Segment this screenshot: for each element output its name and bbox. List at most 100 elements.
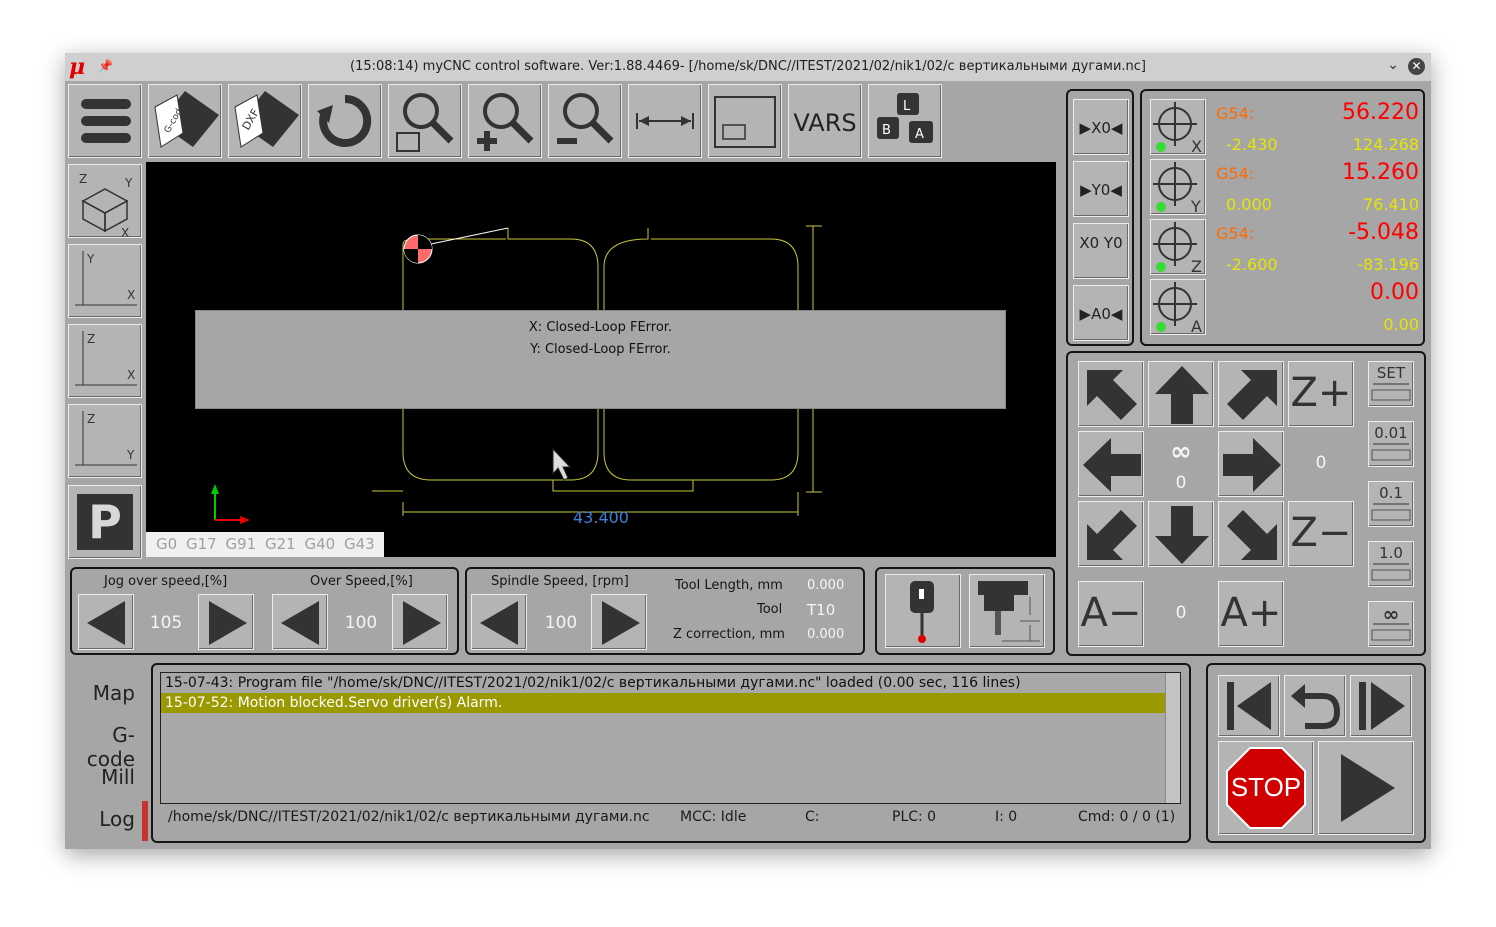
ruler-icon: [1371, 563, 1411, 581]
step-forward-button[interactable]: [1350, 675, 1412, 737]
status-mcc: MCC: Idle: [680, 809, 747, 825]
skip-to-start-icon: [1227, 682, 1271, 730]
axis-y-target-button[interactable]: Y: [1150, 159, 1206, 216]
play-icon: [1341, 754, 1395, 822]
view-3d-button[interactable]: Z Y X: [68, 164, 142, 240]
frame-button[interactable]: [708, 84, 782, 158]
vars-button[interactable]: VARS: [788, 84, 862, 158]
zero-x-button[interactable]: ▶X0◀: [1073, 99, 1129, 155]
zoom-out-button[interactable]: [548, 84, 622, 158]
x-wcs-label: G54:: [1216, 104, 1255, 123]
step-infinity-button[interactable]: ∞: [1368, 601, 1414, 647]
tool-length-measure-button[interactable]: [969, 574, 1045, 648]
step-0.01-button[interactable]: 0.01: [1368, 421, 1414, 467]
jog-a-plus-button[interactable]: A+: [1218, 581, 1284, 647]
jog-up-right-button[interactable]: [1218, 361, 1284, 427]
vars-label: VARS: [793, 109, 857, 137]
crosshair-icon: A: [1153, 282, 1202, 336]
rewind-button[interactable]: [1218, 675, 1280, 737]
jog-speed-decrease-button[interactable]: [78, 594, 134, 650]
menu-button[interactable]: [68, 84, 142, 158]
zero-buttons-panel: ▶X0◀ ▶Y0◀ X0 Y0 ▶A0◀: [1066, 89, 1134, 346]
open-gcode-button[interactable]: G-code: [148, 84, 222, 158]
keyboard-button[interactable]: L B A: [868, 84, 942, 158]
y-wcs-label: G54:: [1216, 164, 1255, 183]
log-list[interactable]: 15-07-43: Program file "/home/sk/DNC//IT…: [160, 672, 1181, 804]
jog-up-button[interactable]: [1148, 361, 1214, 427]
axis-x-target-button[interactable]: X: [1150, 99, 1206, 156]
zoom-out-icon: [557, 93, 614, 144]
jog-z-minus-button[interactable]: Z−: [1288, 501, 1354, 567]
over-speed-decrease-button[interactable]: [272, 594, 328, 650]
measure-button[interactable]: [628, 84, 702, 158]
zoom-fit-button[interactable]: [388, 84, 462, 158]
view-zy-button[interactable]: Z Y: [68, 404, 142, 478]
keyboard-icon: L B A: [877, 93, 933, 143]
triangle-left-icon: [480, 601, 518, 645]
ruler-icon: [1371, 503, 1411, 521]
status-i: I: 0: [995, 809, 1018, 825]
parking-button[interactable]: P: [68, 485, 142, 559]
jog-up-left-button[interactable]: [1078, 361, 1144, 427]
error-message-box: X: Closed-Loop FError. Y: Closed-Loop FE…: [195, 310, 1006, 409]
hamburger-icon: [81, 99, 131, 143]
arrow-right-icon: [1223, 438, 1281, 492]
tab-log[interactable]: Log: [65, 807, 135, 831]
jog-a-minus-button[interactable]: A−: [1078, 581, 1144, 647]
parking-icon: P: [77, 494, 133, 550]
svg-text:Z: Z: [87, 412, 95, 426]
status-plc: PLC: 0: [892, 809, 937, 825]
tool-length-label: Tool Length, mm: [675, 578, 783, 593]
jog-down-left-button[interactable]: [1078, 501, 1144, 567]
tool-length-value: 0.000: [807, 578, 845, 593]
speed-panel: Jog over speed,[%] Over Speed,[%] 105 10…: [70, 567, 459, 655]
spindle-increase-button[interactable]: [591, 594, 647, 650]
tab-gcode[interactable]: G-code: [65, 723, 135, 771]
over-speed-increase-button[interactable]: [392, 594, 448, 650]
close-icon[interactable]: ✕: [1408, 58, 1425, 75]
axis-z-target-button[interactable]: Z: [1150, 219, 1206, 276]
open-dxf-button[interactable]: DXF: [228, 84, 302, 158]
svg-text:Y: Y: [1190, 197, 1201, 216]
z-correction-label: Z correction, mm: [673, 627, 785, 642]
jog-speed-increase-button[interactable]: [198, 594, 254, 650]
status-file: /home/sk/DNC//ITEST/2021/02/nik1/02/с ве…: [168, 809, 650, 825]
log-scrollbar[interactable]: [1165, 673, 1180, 803]
minimize-icon[interactable]: ⌄: [1387, 57, 1399, 73]
axis-a-target-button[interactable]: A: [1150, 279, 1206, 336]
refresh-icon: [317, 94, 372, 147]
tab-map[interactable]: Map: [65, 681, 135, 705]
spindle-decrease-button[interactable]: [471, 594, 527, 650]
tab-mill[interactable]: Mill: [65, 765, 135, 789]
zero-y-button[interactable]: ▶Y0◀: [1073, 161, 1129, 217]
jog-down-right-button[interactable]: [1218, 501, 1284, 567]
step-1.0-button[interactable]: 1.0: [1368, 541, 1414, 587]
step-0.1-button[interactable]: 0.1: [1368, 481, 1414, 527]
zoom-in-button[interactable]: [468, 84, 542, 158]
zero-xy-button[interactable]: X0 Y0: [1073, 223, 1129, 279]
log-line: 15-07-43: Program file "/home/sk/DNC//IT…: [165, 675, 1021, 691]
triangle-right-icon: [602, 601, 640, 645]
svg-text:STOP: STOP: [1231, 772, 1301, 802]
zero-a-button[interactable]: ▶A0◀: [1073, 285, 1129, 341]
view-xy-button[interactable]: Y X: [68, 244, 142, 318]
step-set-button[interactable]: SET: [1368, 361, 1414, 407]
start-button[interactable]: [1318, 741, 1414, 835]
zy-axes-icon: Z Y: [75, 411, 137, 466]
undo-button[interactable]: [1284, 675, 1346, 737]
jog-z-plus-button[interactable]: Z+: [1288, 361, 1354, 427]
jog-down-button[interactable]: [1148, 501, 1214, 567]
probe-button[interactable]: [885, 574, 961, 648]
svg-text:Y: Y: [124, 176, 133, 190]
refresh-button[interactable]: [308, 84, 382, 158]
view-zx-button[interactable]: Z X: [68, 324, 142, 398]
z-correction-value: 0.000: [807, 627, 845, 642]
undo-icon: [1291, 684, 1341, 729]
stop-button[interactable]: STOP: [1218, 741, 1314, 835]
toolpath-viewport[interactable]: 43.400 X: Closed-Loop FError. Y: Closed-…: [146, 162, 1056, 557]
jog-left-button[interactable]: [1078, 431, 1144, 497]
probe-icon: [910, 581, 934, 643]
arrow-up-icon: [1155, 366, 1209, 424]
app-window: μ 📌 (15:08:14) myCNC control software. V…: [65, 53, 1431, 849]
jog-right-button[interactable]: [1218, 431, 1284, 497]
